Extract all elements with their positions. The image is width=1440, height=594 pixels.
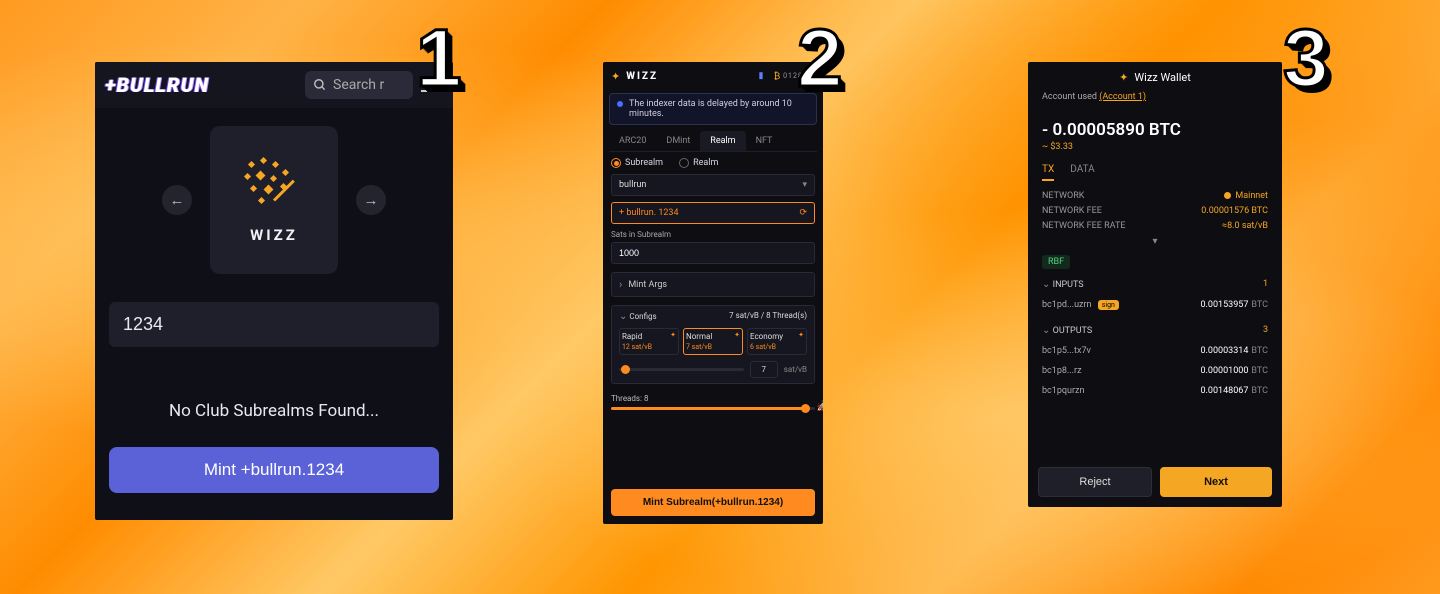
prev-button[interactable]: ← bbox=[162, 185, 192, 215]
step-badge-2: 2 bbox=[797, 12, 843, 106]
loading-icon: ⟳ bbox=[799, 208, 807, 218]
category-tabs: ARC20 DMint Realm NFT bbox=[609, 131, 817, 152]
network-value: Mainnet bbox=[1224, 191, 1268, 201]
chevron-down-icon[interactable] bbox=[619, 312, 627, 321]
indexer-alert: The indexer data is delayed by around 10… bbox=[609, 93, 817, 125]
output-row: bc1pqurzn 0.00148067BTC bbox=[1028, 381, 1282, 401]
fee-rate-value: ≈8.0 sat/vB bbox=[1222, 221, 1268, 231]
input-row: bc1pd...uzrn sign 0.00153957BTC bbox=[1028, 295, 1282, 315]
step-badge-1: 1 bbox=[416, 12, 462, 106]
bullrun-header: +BULLRUN Search r bbox=[95, 62, 453, 108]
output-amount: 0.00148067 bbox=[1201, 386, 1249, 396]
chevron-down-icon[interactable] bbox=[1042, 280, 1050, 290]
fee-unit: sat/vB bbox=[784, 365, 807, 374]
subrealm-input[interactable] bbox=[109, 302, 439, 347]
tab-data[interactable]: DATA bbox=[1070, 164, 1094, 181]
mint-subrealm-button[interactable]: Mint Subrealm(+bullrun.1234) bbox=[611, 489, 815, 516]
chevron-down-icon bbox=[802, 180, 807, 190]
wand-icon: ✦ bbox=[611, 70, 620, 83]
configs-label: Configs bbox=[629, 312, 656, 321]
output-address: bc1p5...tx7v bbox=[1042, 346, 1091, 356]
output-row: bc1p8...rz 0.00001000BTC bbox=[1028, 361, 1282, 381]
tab-nft[interactable]: NFT bbox=[746, 131, 783, 151]
rocket-icon: 🚀 bbox=[817, 401, 823, 412]
fee-rate-label: NETWORK FEE RATE bbox=[1042, 221, 1125, 231]
wand-icon: ✦ bbox=[1119, 71, 1128, 84]
sparkle-icon: ✦ bbox=[734, 331, 740, 339]
fee-economy[interactable]: Economy 6 sat/vB ✦ bbox=[747, 328, 807, 355]
wizz-card[interactable]: WIZZ bbox=[210, 126, 338, 274]
detail-tabs: TX DATA bbox=[1028, 152, 1282, 181]
output-address: bc1p8...rz bbox=[1042, 366, 1082, 376]
wallet-icon[interactable]: ▮ bbox=[755, 70, 767, 82]
wallet-title: ✦ Wizz Wallet bbox=[1028, 62, 1282, 92]
threads-label: Threads: 8 bbox=[611, 394, 815, 403]
search-input[interactable]: Search r bbox=[305, 71, 413, 99]
input-address: bc1pd...uzrn bbox=[1042, 300, 1092, 310]
subrealm-name-input[interactable]: + bullrun. 1234 ⟳ bbox=[611, 202, 815, 224]
amount-usd: ~ $3.33 bbox=[1042, 142, 1268, 152]
network-fee-label: NETWORK FEE bbox=[1042, 206, 1102, 216]
output-amount: 0.00001000 bbox=[1201, 366, 1249, 376]
configs-panel: Configs 7 sat/vB / 8 Thread(s) Rapid 12 … bbox=[611, 305, 815, 384]
radio-realm[interactable]: Realm bbox=[679, 158, 718, 168]
wizz-mint-panel: ✦ WIZZ ▮ ₿ 0128 ▤ The indexer data is de… bbox=[603, 62, 823, 524]
outputs-count: 3 bbox=[1263, 325, 1268, 336]
expand-icon[interactable]: ▾ bbox=[1042, 236, 1268, 247]
chevron-down-icon[interactable] bbox=[1042, 326, 1050, 336]
parent-realm-select[interactable]: bullrun bbox=[611, 174, 815, 196]
info-icon bbox=[617, 101, 623, 107]
bullrun-app: +BULLRUN Search r ← bbox=[95, 62, 453, 520]
inputs-count: 1 bbox=[1263, 279, 1268, 290]
fee-rapid[interactable]: Rapid 12 sat/vB ✦ bbox=[619, 328, 679, 355]
sats-input[interactable] bbox=[611, 242, 815, 264]
wizz-wallet-panel: ✦ Wizz Wallet Account used (Account 1) -… bbox=[1028, 62, 1282, 507]
reject-button[interactable]: Reject bbox=[1038, 467, 1152, 497]
threads-slider[interactable]: 🚀 bbox=[611, 407, 815, 410]
wizz-header: ✦ WIZZ ▮ ₿ 0128 ▤ bbox=[603, 62, 823, 90]
account-link[interactable]: (Account 1) bbox=[1099, 92, 1146, 102]
sparkle-icon: ✦ bbox=[798, 331, 804, 339]
next-button[interactable]: → bbox=[356, 185, 386, 215]
account-used: Account used (Account 1) bbox=[1028, 92, 1282, 108]
alert-text: The indexer data is delayed by around 10… bbox=[629, 99, 809, 119]
tab-realm[interactable]: Realm bbox=[700, 131, 745, 151]
fee-normal[interactable]: Normal 7 sat/vB ✦ bbox=[683, 328, 743, 355]
output-address: bc1pqurzn bbox=[1042, 386, 1084, 396]
next-button[interactable]: Next bbox=[1160, 467, 1272, 497]
sign-badge: sign bbox=[1098, 300, 1119, 310]
bitcoin-icon[interactable]: ₿ bbox=[771, 70, 783, 82]
search-icon bbox=[313, 78, 327, 92]
fee-slider[interactable] bbox=[619, 368, 744, 371]
mainnet-dot-icon bbox=[1224, 192, 1231, 199]
amount-btc: - 0.00005890 BTC bbox=[1042, 120, 1181, 140]
output-row: bc1p5...tx7v 0.00003314BTC bbox=[1028, 341, 1282, 361]
network-label: NETWORK bbox=[1042, 191, 1084, 201]
card-title: WIZZ bbox=[250, 226, 298, 244]
rbf-badge: RBF bbox=[1042, 255, 1070, 269]
tab-arc20[interactable]: ARC20 bbox=[609, 131, 656, 151]
search-placeholder: Search r bbox=[333, 77, 384, 93]
network-fee-value: 0.00001576 BTC bbox=[1201, 206, 1268, 216]
sparkle-icon: ✦ bbox=[670, 331, 676, 339]
bullrun-logo: +BULLRUN bbox=[105, 73, 209, 97]
inputs-label: INPUTS bbox=[1053, 280, 1084, 290]
mint-button[interactable]: Mint +bullrun.1234 bbox=[109, 447, 439, 493]
radio-subrealm[interactable]: Subrealm bbox=[611, 158, 663, 168]
chevron-right-icon bbox=[619, 278, 622, 291]
wizz-logo: WIZZ bbox=[626, 71, 658, 82]
fee-value-input[interactable]: 7 bbox=[750, 361, 778, 378]
tab-tx[interactable]: TX bbox=[1042, 164, 1054, 181]
wand-icon bbox=[243, 156, 305, 218]
outputs-label: OUTPUTS bbox=[1053, 326, 1093, 336]
configs-summary: 7 sat/vB / 8 Thread(s) bbox=[729, 311, 807, 322]
empty-message: No Club Subrealms Found... bbox=[109, 401, 439, 421]
input-amount: 0.00153957 bbox=[1201, 300, 1249, 310]
sats-label: Sats in Subrealm bbox=[611, 230, 815, 239]
mint-args-toggle[interactable]: Mint Args bbox=[611, 272, 815, 297]
tab-dmint[interactable]: DMint bbox=[656, 131, 700, 151]
step-badge-3: 3 bbox=[1283, 12, 1329, 106]
output-amount: 0.00003314 bbox=[1201, 346, 1249, 356]
